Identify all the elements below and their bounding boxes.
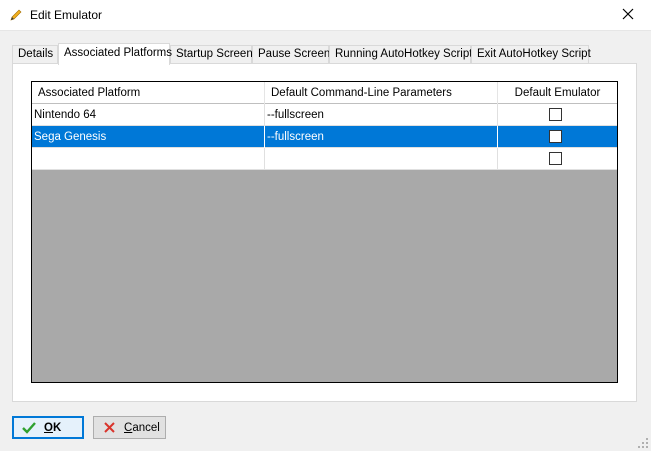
ok-label: OK [44, 421, 62, 434]
tab-label: Startup Screen [176, 48, 253, 60]
ok-button[interactable]: OK [12, 416, 84, 439]
title-bar: Edit Emulator [0, 0, 651, 31]
cancel-button[interactable]: Cancel [93, 416, 166, 439]
pencil-icon [8, 7, 24, 23]
platform-cell[interactable] [32, 148, 265, 170]
tab-details[interactable]: Details [12, 45, 58, 64]
tab-label: Associated Platforms [64, 47, 173, 59]
table-row-selected[interactable]: Sega Genesis --fullscreen [32, 126, 617, 148]
platforms-grid[interactable]: Associated Platform Default Command-Line… [31, 81, 618, 383]
tab-exit-autohotkey-script[interactable]: Exit AutoHotkey Script [471, 45, 591, 64]
column-header-platform[interactable]: Associated Platform [32, 82, 265, 104]
tab-pause-screen[interactable]: Pause Screen [252, 45, 331, 64]
column-header-parameters[interactable]: Default Command-Line Parameters [265, 82, 498, 104]
parameters-cell[interactable]: --fullscreen [265, 126, 498, 148]
tab-associated-platforms[interactable]: Associated Platforms [58, 43, 173, 65]
close-icon [622, 8, 634, 23]
checkmark-icon [22, 421, 36, 435]
tab-startup-screen[interactable]: Startup Screen [170, 45, 253, 64]
tab-label: Pause Screen [258, 48, 331, 60]
default-emulator-checkbox[interactable] [549, 108, 562, 121]
resize-grip[interactable] [637, 437, 649, 449]
column-header-default-emulator[interactable]: Default Emulator [498, 82, 617, 104]
parameters-cell[interactable] [265, 148, 498, 170]
default-emulator-checkbox[interactable] [549, 152, 562, 165]
tab-page-associated-platforms: Associated Platform Default Command-Line… [12, 63, 637, 402]
x-icon [102, 421, 116, 435]
platform-cell[interactable]: Sega Genesis [32, 126, 265, 148]
tab-running-autohotkey-script[interactable]: Running AutoHotkey Script [329, 45, 473, 64]
default-emulator-checkbox[interactable] [549, 130, 562, 143]
table-row[interactable]: Nintendo 64 --fullscreen [32, 104, 617, 126]
window-title: Edit Emulator [30, 8, 103, 22]
close-button[interactable] [605, 0, 651, 31]
table-row-new[interactable] [32, 148, 617, 170]
parameters-cell[interactable]: --fullscreen [265, 104, 498, 126]
tab-label: Running AutoHotkey Script [335, 48, 473, 60]
grid-header: Associated Platform Default Command-Line… [32, 82, 617, 104]
tab-label: Details [18, 48, 54, 60]
cancel-label: Cancel [124, 421, 160, 434]
platform-cell[interactable]: Nintendo 64 [32, 104, 265, 126]
tab-label: Exit AutoHotkey Script [477, 48, 591, 60]
